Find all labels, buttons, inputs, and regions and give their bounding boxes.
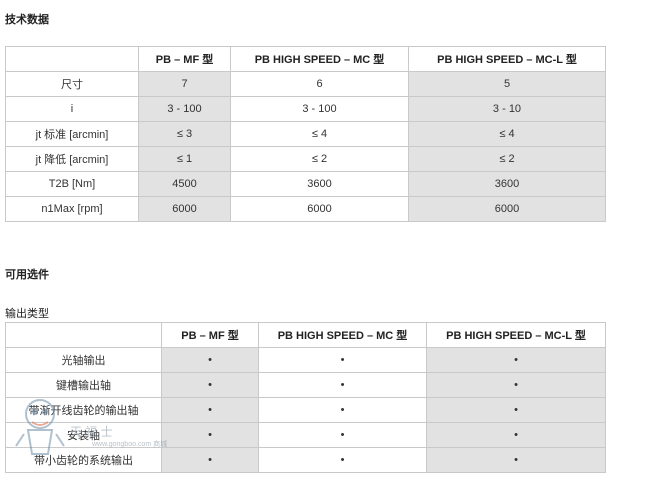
table-cell: 3 - 100 xyxy=(230,96,409,122)
table-cell: 4500 xyxy=(138,171,231,197)
availability-dot: • xyxy=(258,447,427,473)
section-subtitle-output-type: 输出类型 xyxy=(5,308,49,320)
table-row: jt 标准 [arcmin] ≤ 3 ≤ 4 ≤ 4 xyxy=(5,121,606,147)
availability-dot: • xyxy=(426,447,606,473)
availability-dot: • xyxy=(426,397,606,423)
header-cell-empty xyxy=(5,46,139,72)
header-cell-empty xyxy=(5,322,162,348)
table-row: T2B [Nm] 4500 3600 3600 xyxy=(5,171,606,197)
technical-data-table: PB – MF 型 PB HIGH SPEED – MC 型 PB HIGH S… xyxy=(5,46,606,222)
header-cell-pb-high-speed-mc-l: PB HIGH SPEED – MC-L 型 xyxy=(426,322,606,348)
section-title-options: 可用选件 xyxy=(5,269,49,281)
availability-dot: • xyxy=(258,372,427,398)
table-cell: 3 - 100 xyxy=(138,96,231,122)
availability-dot: • xyxy=(161,372,259,398)
table-cell: 6000 xyxy=(230,196,409,222)
section-title-technical-data: 技术数据 xyxy=(5,14,49,26)
table-row: 尺寸 7 6 5 xyxy=(5,71,606,97)
header-cell-pb-high-speed-mc: PB HIGH SPEED – MC 型 xyxy=(230,46,409,72)
watermark-subtext: www.gongboo.com 商城 xyxy=(92,441,168,448)
availability-dot: • xyxy=(426,422,606,448)
table-cell: ≤ 3 xyxy=(138,121,231,147)
availability-dot: • xyxy=(258,347,427,373)
table-cell: 6000 xyxy=(138,196,231,222)
table-cell: ≤ 2 xyxy=(408,146,606,172)
table-cell: 3 - 10 xyxy=(408,96,606,122)
availability-dot: • xyxy=(426,372,606,398)
table-cell: 6000 xyxy=(408,196,606,222)
row-label: T2B [Nm] xyxy=(5,171,139,197)
table-row: jt 降低 [arcmin] ≤ 1 ≤ 2 ≤ 2 xyxy=(5,146,606,172)
table-cell: 3600 xyxy=(230,171,409,197)
availability-dot: • xyxy=(426,347,606,373)
table-cell: 7 xyxy=(138,71,231,97)
availability-dot: • xyxy=(258,422,427,448)
table-cell: ≤ 1 xyxy=(138,146,231,172)
availability-dot: • xyxy=(161,447,259,473)
table-header-row: PB – MF 型 PB HIGH SPEED – MC 型 PB HIGH S… xyxy=(5,322,606,348)
row-label: jt 标准 [arcmin] xyxy=(5,121,139,147)
availability-dot: • xyxy=(161,422,259,448)
row-label: i xyxy=(5,96,139,122)
availability-dot: • xyxy=(161,347,259,373)
table-cell: 3600 xyxy=(408,171,606,197)
table-cell: ≤ 2 xyxy=(230,146,409,172)
table-row: i 3 - 100 3 - 100 3 - 10 xyxy=(5,96,606,122)
table-cell: 6 xyxy=(230,71,409,97)
table-cell: ≤ 4 xyxy=(408,121,606,147)
table-cell: 5 xyxy=(408,71,606,97)
row-label: n1Max [rpm] xyxy=(5,196,139,222)
table-row: n1Max [rpm] 6000 6000 6000 xyxy=(5,196,606,222)
header-cell-pb-mf: PB – MF 型 xyxy=(161,322,259,348)
header-cell-pb-high-speed-mc-l: PB HIGH SPEED – MC-L 型 xyxy=(408,46,606,72)
table-row: 光轴输出 • • • xyxy=(5,347,606,373)
row-label: 光轴输出 xyxy=(5,347,162,373)
row-label: jt 降低 [arcmin] xyxy=(5,146,139,172)
availability-dot: • xyxy=(258,397,427,423)
availability-dot: • xyxy=(161,397,259,423)
header-cell-pb-high-speed-mc: PB HIGH SPEED – MC 型 xyxy=(258,322,427,348)
table-cell: ≤ 4 xyxy=(230,121,409,147)
row-label: 尺寸 xyxy=(5,71,139,97)
watermark-text: 天 福 士 xyxy=(70,425,113,439)
table-header-row: PB – MF 型 PB HIGH SPEED – MC 型 PB HIGH S… xyxy=(5,46,606,72)
header-cell-pb-mf: PB – MF 型 xyxy=(138,46,231,72)
